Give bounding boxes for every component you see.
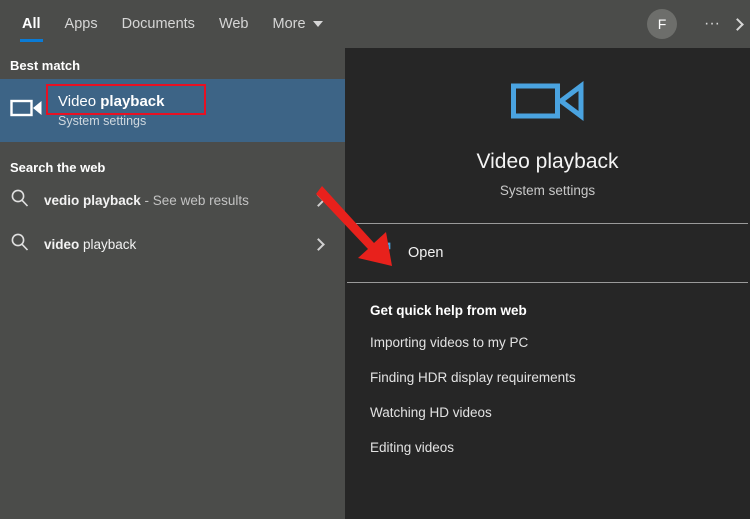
best-match-title-bold: playback	[100, 93, 165, 110]
search-flyout: All Apps Documents Web More F ··· Best m…	[0, 0, 750, 519]
search-web-heading: Search the web	[10, 160, 106, 175]
web-result-label-1: vedio playback - See web results	[44, 193, 249, 208]
tab-apps-label: Apps	[64, 16, 98, 32]
tab-documents-label: Documents	[121, 16, 195, 32]
tab-all-label: All	[22, 16, 41, 32]
search-filter-tabs: All Apps Documents Web More	[0, 0, 335, 48]
tab-web[interactable]: Web	[207, 0, 261, 48]
open-external-icon	[372, 241, 392, 266]
tab-more[interactable]: More	[261, 0, 335, 48]
detail-preview-panel: Video playback System settings Open Get …	[345, 48, 750, 519]
more-options-icon[interactable]: ···	[695, 7, 729, 41]
search-icon	[10, 232, 38, 257]
tab-all[interactable]: All	[10, 0, 53, 48]
chevron-right-icon[interactable]	[312, 193, 325, 207]
open-action-row[interactable]: Open	[345, 224, 750, 282]
web-result-row-1[interactable]: vedio playback - See web results	[0, 181, 345, 220]
web-result-suffix-2: playback	[79, 237, 137, 252]
quick-help-heading: Get quick help from web	[370, 303, 527, 318]
quick-help-item[interactable]: Importing videos to my PC	[370, 325, 750, 360]
web-result-suffix-1: - See web results	[140, 193, 249, 208]
open-action-label: Open	[408, 245, 444, 261]
best-match-heading: Best match	[10, 58, 81, 73]
preview-title: Video playback	[476, 150, 619, 173]
best-match-title: Video playback	[58, 93, 164, 110]
web-result-row-2[interactable]: video playback	[0, 225, 345, 264]
preview-subtitle: System settings	[499, 183, 596, 198]
chevron-right-icon[interactable]	[731, 17, 744, 31]
results-list-panel: Best match Video playback System setting…	[0, 48, 345, 519]
tab-documents[interactable]: Documents	[110, 0, 207, 48]
chevron-down-icon	[312, 21, 323, 27]
camcorder-icon	[345, 76, 750, 126]
header-actions: F ···	[647, 0, 750, 48]
search-header: All Apps Documents Web More F ···	[0, 0, 750, 48]
quick-help-item[interactable]: Editing videos	[370, 430, 750, 465]
web-result-label-2: video playback	[44, 237, 136, 252]
web-result-query-2: video	[44, 237, 80, 252]
search-icon	[10, 188, 38, 213]
best-match-title-prefix: Video	[58, 93, 101, 110]
avatar-initial: F	[657, 16, 667, 32]
best-match-text: Video playback System settings	[54, 93, 164, 128]
chevron-right-icon[interactable]	[312, 237, 325, 251]
best-match-result[interactable]: Video playback System settings	[0, 79, 345, 142]
ellipsis-label: ···	[704, 15, 720, 32]
best-match-subtitle: System settings	[58, 114, 147, 128]
tab-active-underline	[20, 39, 43, 42]
app-preview: Video playback System settings	[345, 48, 750, 198]
tab-apps[interactable]: Apps	[53, 0, 110, 48]
quick-help-item[interactable]: Finding HDR display requirements	[370, 360, 750, 395]
quick-help-section: Get quick help from web Importing videos…	[345, 283, 750, 465]
web-result-query-1: vedio playback	[44, 193, 141, 208]
avatar[interactable]: F	[647, 9, 677, 39]
tab-web-label: Web	[218, 16, 249, 32]
quick-help-item[interactable]: Watching HD videos	[370, 395, 750, 430]
tab-more-label: More	[272, 16, 306, 32]
camcorder-icon	[10, 96, 44, 125]
